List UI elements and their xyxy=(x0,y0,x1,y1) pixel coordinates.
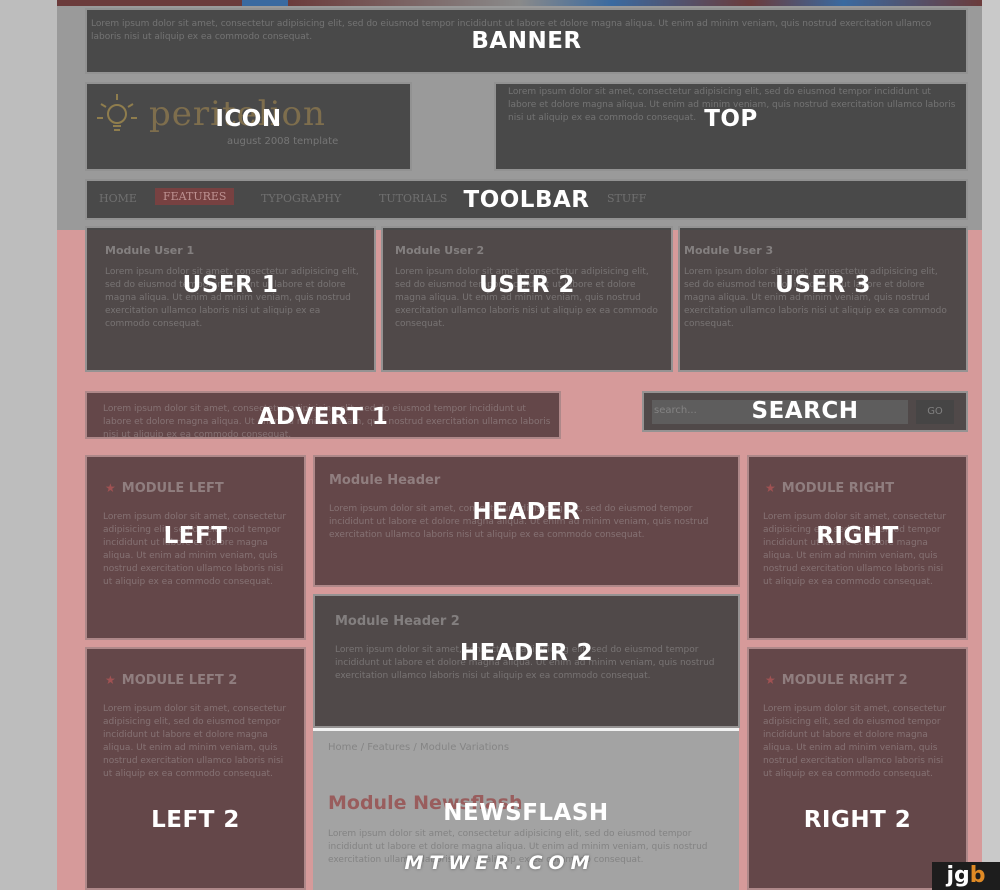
nav-item-typography[interactable]: TYPOGRAPHY xyxy=(261,192,341,205)
right-module-title-text: MODULE RIGHT xyxy=(781,481,895,496)
nav-item-features[interactable]: FEATURES xyxy=(155,188,235,205)
right-text: Lorem ipsum dolor sit amet, consectetur … xyxy=(763,512,947,587)
logo-text: peritelion xyxy=(149,94,326,134)
breadcrumb[interactable]: Home / Features / Module Variations xyxy=(328,742,509,753)
left-text: Lorem ipsum dolor sit amet, consectetur … xyxy=(103,512,287,587)
star-icon: ★ xyxy=(105,481,116,495)
right2-text: Lorem ipsum dolor sit amet, consectetur … xyxy=(763,704,947,779)
corner-logo-part1: jg xyxy=(946,863,970,888)
toolbar-region: HOME FEATURES TYPOGRAPHY TUTORIALS STUFF… xyxy=(85,179,968,220)
user2-text: Lorem ipsum dolor sit amet, consectetur … xyxy=(395,267,658,329)
star-icon: ★ xyxy=(105,673,116,687)
lightbulb-icon xyxy=(97,94,137,131)
user3-text: Lorem ipsum dolor sit amet, consectetur … xyxy=(684,267,947,329)
layout-diagram: Lorem ipsum dolor sit amet, consectetur … xyxy=(0,0,1000,890)
header-module-title: Module Header xyxy=(329,473,441,488)
star-icon: ★ xyxy=(765,673,776,687)
logo-subtitle: august 2008 template xyxy=(227,136,339,147)
header-text: Lorem ipsum dolor sit amet, consectetur … xyxy=(329,504,709,540)
header-region: Module Header Lorem ipsum dolor sit amet… xyxy=(313,455,740,587)
user2-module-title: Module User 2 xyxy=(395,244,485,257)
newsflash-divider xyxy=(313,728,739,731)
advert1-region: Lorem ipsum dolor sit amet, consectetur … xyxy=(85,391,561,439)
left-module-title-text: MODULE LEFT xyxy=(121,481,224,496)
user1-text: Lorem ipsum dolor sit amet, consectetur … xyxy=(105,267,359,329)
left-module-title: ★ MODULE LEFT xyxy=(105,481,224,496)
right2-label: RIGHT 2 xyxy=(803,807,912,833)
left2-module-title-text: MODULE LEFT 2 xyxy=(121,673,238,688)
left2-label: LEFT 2 xyxy=(151,807,240,833)
newsflash-module-title: Module Newsflash xyxy=(328,792,523,814)
page-gutter xyxy=(0,0,57,890)
right2-module-title: ★ MODULE RIGHT 2 xyxy=(765,673,908,688)
search-placeholder: search... xyxy=(654,405,697,416)
advert1-text: Lorem ipsum dolor sit amet, consectetur … xyxy=(103,404,551,439)
left2-module-title: ★ MODULE LEFT 2 xyxy=(105,673,237,688)
user1-region: Module User 1 Lorem ipsum dolor sit amet… xyxy=(85,226,376,372)
left2-text: Lorem ipsum dolor sit amet, consectetur … xyxy=(103,704,287,779)
nav-item-stuff[interactable]: STUFF xyxy=(607,192,646,205)
right-region: ★ MODULE RIGHT Lorem ipsum dolor sit amet… xyxy=(747,455,968,640)
corner-logo-part2: b xyxy=(969,863,986,888)
top-strip xyxy=(57,0,982,6)
watermark: MTWER.COM xyxy=(404,852,596,874)
header2-text: Lorem ipsum dolor sit amet, consectetur … xyxy=(335,645,715,681)
nav-item-home[interactable]: HOME xyxy=(99,192,137,205)
search-go-button[interactable]: GO xyxy=(916,400,954,424)
user2-region: Module User 2 Lorem ipsum dolor sit amet… xyxy=(381,226,673,372)
banner-region: Lorem ipsum dolor sit amet, consectetur … xyxy=(85,8,968,74)
corner-logo: jgb xyxy=(932,862,1000,890)
header2-module-title: Module Header 2 xyxy=(335,614,460,629)
right2-module-title-text: MODULE RIGHT 2 xyxy=(781,673,908,688)
star-icon: ★ xyxy=(765,481,776,495)
search-region: search... GO SEARCH xyxy=(642,391,968,432)
icon-region: peritelion august 2008 template ICON xyxy=(85,82,412,171)
user3-module-title: Module User 3 xyxy=(684,244,774,257)
top-text: Lorem ipsum dolor sit amet, consectetur … xyxy=(508,87,956,123)
right-module-title: ★ MODULE RIGHT xyxy=(765,481,894,496)
top-region: Lorem ipsum dolor sit amet, consectetur … xyxy=(494,82,968,171)
header2-region: Module Header 2 Lorem ipsum dolor sit am… xyxy=(313,594,740,728)
left-region: ★ MODULE LEFT Lorem ipsum dolor sit amet,… xyxy=(85,455,306,640)
nav-item-tutorials[interactable]: TUTORIALS xyxy=(379,192,447,205)
user1-module-title: Module User 1 xyxy=(105,244,195,257)
banner-text: Lorem ipsum dolor sit amet, consectetur … xyxy=(91,19,932,42)
user3-region: Module User 3 Lorem ipsum dolor sit amet… xyxy=(678,226,968,372)
